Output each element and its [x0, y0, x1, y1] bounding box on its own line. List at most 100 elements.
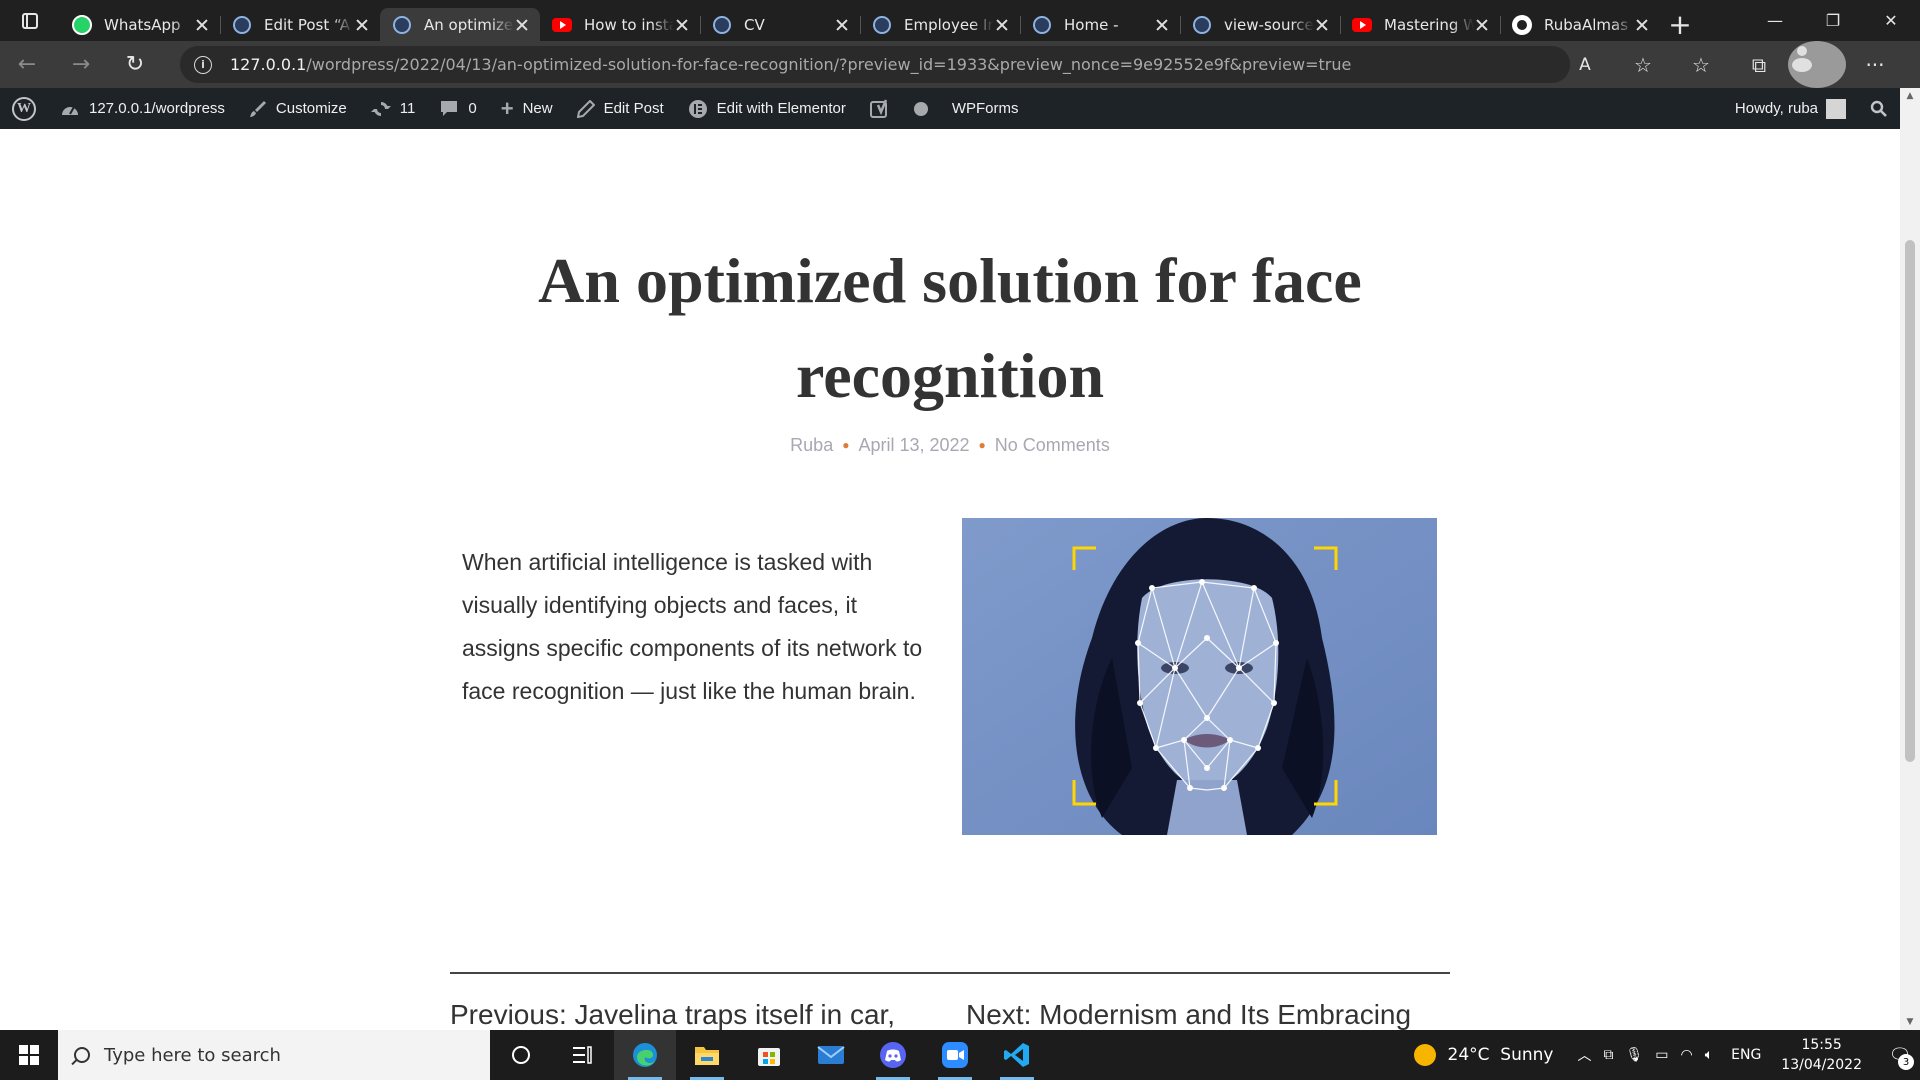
updates-icon	[370, 99, 391, 119]
taskbar-zoom[interactable]	[924, 1030, 986, 1080]
close-tab-icon[interactable]	[354, 17, 370, 33]
show-hidden-icons-chevron-icon[interactable]: ︿	[1577, 1045, 1591, 1065]
refresh-button[interactable]: ↻	[108, 41, 162, 88]
language-indicator[interactable]: ENG	[1731, 1047, 1761, 1063]
site-info-icon[interactable]: i	[194, 55, 212, 74]
close-tab-icon[interactable]	[1314, 17, 1330, 33]
browser-tab[interactable]: An optimized	[380, 8, 540, 41]
close-tab-icon[interactable]	[994, 17, 1010, 33]
taskbar-clock[interactable]: 15:55 13/04/2022	[1781, 1035, 1862, 1075]
read-aloud-icon[interactable]: A	[1556, 41, 1614, 88]
volume-icon[interactable]: 🔈︎	[1705, 1047, 1713, 1063]
close-tab-icon[interactable]	[1154, 17, 1170, 33]
previous-post-link[interactable]: Previous: Javelina traps itself in car,	[450, 999, 895, 1030]
page-scrollbar[interactable]: ▲ ▼	[1900, 88, 1920, 1030]
browser-tab[interactable]: Employee Info	[860, 8, 1020, 41]
collections-icon[interactable]: ⧉	[1730, 41, 1788, 88]
yoast-seo-button[interactable]	[858, 88, 902, 129]
wordpress-icon	[872, 15, 892, 35]
browser-tab[interactable]: view-source	[1180, 8, 1340, 41]
profile-avatar-icon	[1788, 41, 1846, 88]
tab-title: Employee Info	[904, 15, 994, 34]
taskbar-file-explorer[interactable]	[676, 1030, 738, 1080]
minimize-button[interactable]: —	[1746, 0, 1804, 41]
admin-search-button[interactable]	[1858, 88, 1900, 129]
post-author-link[interactable]: Ruba	[790, 435, 833, 455]
whatsapp-icon	[72, 14, 92, 35]
meta-separator-icon: ●	[842, 438, 850, 452]
browser-tab[interactable]: CV	[700, 8, 860, 41]
task-view-button[interactable]	[552, 1030, 614, 1080]
tab-actions-icon	[22, 12, 38, 29]
scrollbar-thumb[interactable]	[1905, 240, 1915, 762]
weather-widget[interactable]: 24°C Sunny	[1413, 1044, 1553, 1066]
forward-button[interactable]: →	[54, 41, 108, 88]
close-tab-icon[interactable]	[834, 17, 850, 33]
browser-tab[interactable]: Edit Post “A	[220, 8, 380, 41]
updates-link[interactable]: 11	[359, 88, 428, 129]
back-button[interactable]: ←	[0, 41, 54, 88]
edit-post-link[interactable]: Edit Post	[565, 88, 676, 129]
site-name-link[interactable]: 127.0.0.1/wordpress	[48, 88, 237, 129]
user-avatar	[1826, 98, 1846, 119]
close-tab-icon[interactable]	[514, 17, 530, 33]
favorites-icon[interactable]: ☆	[1672, 41, 1730, 88]
restore-button[interactable]: ❐	[1804, 0, 1862, 41]
settings-menu-icon[interactable]: ···	[1846, 41, 1904, 88]
seo-score-indicator[interactable]	[902, 88, 940, 129]
wp-logo-button[interactable]: W	[0, 88, 48, 129]
edit-with-elementor-link[interactable]: Edit with Elementor	[676, 88, 858, 129]
tab-list: WhatsApp Edit Post “A An optimized How to i…	[60, 0, 1660, 41]
close-tab-icon[interactable]	[1474, 17, 1490, 33]
admin-bar-right: Howdy, ruba	[1723, 88, 1900, 129]
taskbar-vscode[interactable]	[986, 1030, 1048, 1080]
my-account-link[interactable]: Howdy, ruba	[1723, 88, 1858, 129]
close-tab-icon[interactable]	[674, 17, 690, 33]
customize-link[interactable]: Customize	[237, 88, 359, 129]
browser-tab[interactable]: WhatsApp	[60, 8, 220, 41]
scroll-down-arrow-icon[interactable]: ▼	[1900, 1014, 1920, 1030]
post-date-link[interactable]: April 13, 2022	[858, 435, 969, 455]
tab-title: Edit Post “A	[264, 15, 351, 34]
taskbar-search[interactable]: Type here to search	[58, 1030, 490, 1080]
browser-tab[interactable]: RubaAlmas	[1500, 8, 1660, 41]
browser-tab[interactable]: Home -	[1020, 8, 1180, 41]
taskbar-search-placeholder: Type here to search	[104, 1044, 281, 1066]
meet-now-icon[interactable]: ⧉	[1603, 1047, 1613, 1063]
wifi-icon[interactable]: ◠	[1681, 1047, 1693, 1063]
taskbar-store[interactable]	[738, 1030, 800, 1080]
browser-tab[interactable]: How to install	[540, 8, 700, 41]
comments-link[interactable]: 0	[427, 88, 488, 129]
start-button[interactable]	[0, 1030, 58, 1080]
new-content-link[interactable]: + New	[489, 88, 565, 129]
add-favorite-icon[interactable]: ☆	[1614, 41, 1672, 88]
search-icon	[74, 1047, 90, 1063]
taskbar-edge[interactable]	[614, 1030, 676, 1080]
wpforms-link[interactable]: WPForms	[940, 88, 1031, 129]
close-tab-icon[interactable]	[194, 17, 210, 33]
url-text[interactable]: 127.0.0.1/wordpress/2022/04/13/an-optimi…	[230, 55, 1351, 74]
new-label: New	[522, 100, 553, 117]
new-tab-button[interactable]: +	[1660, 8, 1700, 41]
wpforms-label: WPForms	[951, 100, 1019, 117]
next-post-link[interactable]: Next: Modernism and Its Embracing	[966, 999, 1411, 1030]
taskbar-mail[interactable]	[800, 1030, 862, 1080]
edit-post-label: Edit Post	[603, 100, 664, 117]
profile-button[interactable]	[1788, 41, 1846, 88]
address-bar[interactable]: i 127.0.0.1/wordpress/2022/04/13/an-opti…	[180, 46, 1570, 83]
howdy-label: Howdy, ruba	[1734, 100, 1818, 117]
notification-center-button[interactable]: 🗨︎ 3	[1880, 1030, 1920, 1080]
post-comments-link[interactable]: No Comments	[995, 435, 1110, 455]
tab-title: view-source	[1224, 15, 1314, 34]
cortana-button[interactable]	[490, 1030, 552, 1080]
close-window-button[interactable]: ✕	[1862, 0, 1920, 41]
microphone-icon[interactable]: 🎙︎	[1625, 1047, 1643, 1063]
browser-tab[interactable]: Mastering W	[1340, 8, 1500, 41]
scroll-up-arrow-icon[interactable]: ▲	[1900, 88, 1920, 104]
battery-icon[interactable]: ▭	[1655, 1047, 1668, 1063]
tab-actions-button[interactable]	[0, 0, 60, 41]
browser-tab-strip: WhatsApp Edit Post “A An optimized How to i…	[0, 0, 1920, 41]
taskbar-discord[interactable]	[862, 1030, 924, 1080]
close-tab-icon[interactable]	[1634, 17, 1650, 33]
folder-icon	[695, 1047, 719, 1065]
